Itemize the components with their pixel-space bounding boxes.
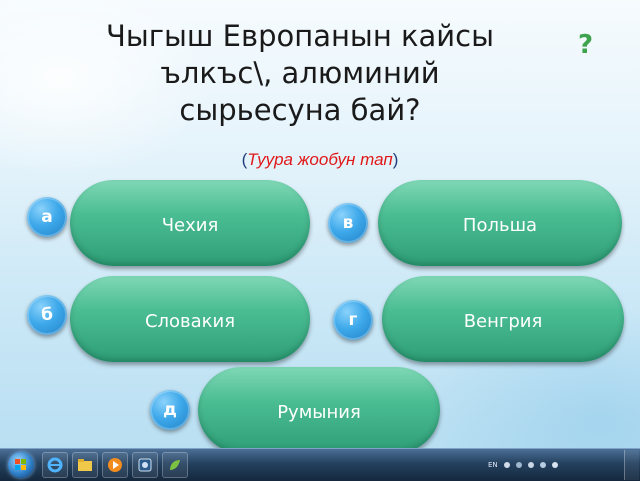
internet-explorer-icon[interactable] xyxy=(42,452,68,478)
language-indicator[interactable]: EN xyxy=(488,461,498,469)
slide: Чыгыш Европанын кайсы ълкъс\, алюминий с… xyxy=(0,0,640,448)
answer-button-g[interactable]: Венгрия xyxy=(382,276,624,362)
answer-button-b[interactable]: Словакия xyxy=(70,276,310,362)
answer-badge-a[interactable]: а xyxy=(27,197,67,237)
question-line-3: сырьесуна бай? xyxy=(179,93,421,127)
windows-start-icon[interactable] xyxy=(8,452,34,478)
system-tray: EN xyxy=(488,455,598,475)
media-player-icon[interactable] xyxy=(102,452,128,478)
answer-label-v: Польша xyxy=(462,214,538,236)
question-title: Чыгыш Европанын кайсы ълкъс\, алюминий с… xyxy=(40,18,560,129)
folder-icon[interactable] xyxy=(72,452,98,478)
volume-icon[interactable] xyxy=(539,462,546,468)
clock-icon[interactable] xyxy=(551,462,558,468)
answer-button-v[interactable]: Польша xyxy=(378,180,622,266)
answer-button-d[interactable]: Румыния xyxy=(198,367,440,448)
app-icon[interactable] xyxy=(132,452,158,478)
answer-label-g: Венгрия xyxy=(463,310,543,332)
answer-label-a: Чехия xyxy=(161,214,219,236)
flag-icon[interactable] xyxy=(527,462,534,468)
hint: (Туура жообун тап) xyxy=(0,150,640,170)
taskbar: EN xyxy=(0,448,640,481)
show-desktop-button[interactable] xyxy=(624,450,639,480)
network-icon[interactable] xyxy=(515,462,522,468)
hint-text: Туура жообун тап xyxy=(247,150,393,169)
answer-badge-b[interactable]: б xyxy=(27,295,67,335)
question-line-2: ълкъс\, алюминий xyxy=(160,56,440,90)
answer-button-a[interactable]: Чехия xyxy=(70,180,310,266)
hint-close-paren: ) xyxy=(392,150,399,169)
answer-label-d: Румыния xyxy=(277,401,361,423)
answer-badge-g[interactable]: г xyxy=(333,300,373,340)
answer-badge-d[interactable]: д xyxy=(150,390,190,430)
question-line-1: Чыгыш Европанын кайсы xyxy=(106,19,494,53)
answer-badge-v[interactable]: в xyxy=(328,203,368,243)
help-icon[interactable] xyxy=(503,462,510,468)
question-mark-icon: ? xyxy=(578,30,594,60)
answer-label-b: Словакия xyxy=(144,310,236,332)
green-app-icon[interactable] xyxy=(162,452,188,478)
